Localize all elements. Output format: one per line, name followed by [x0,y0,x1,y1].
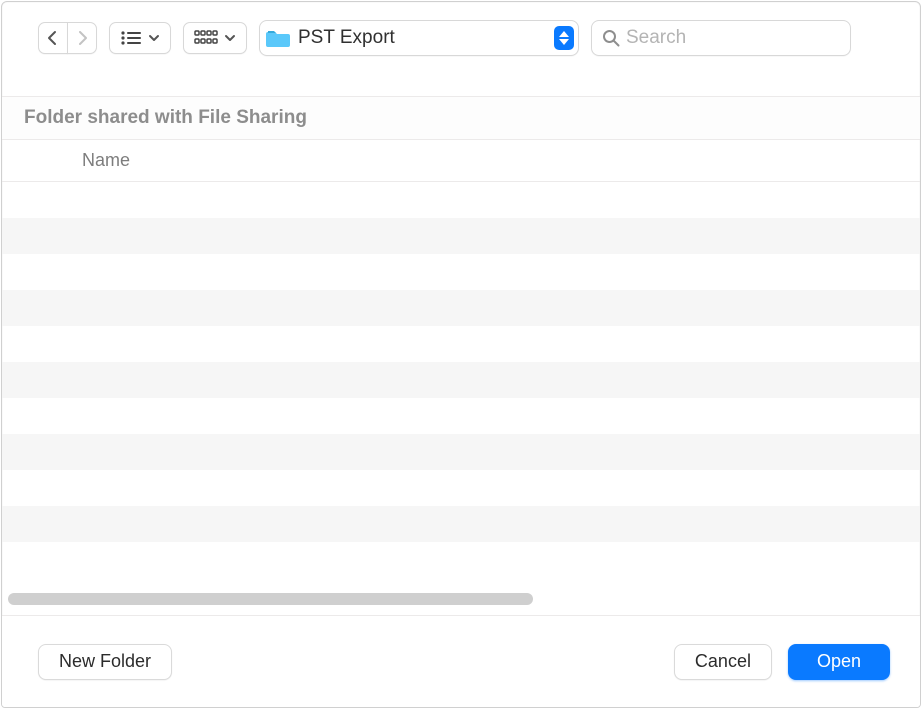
caret-up-icon [559,31,569,37]
search-icon [602,29,620,47]
folder-icon [266,28,290,48]
list-row[interactable] [2,542,920,578]
column-header-name[interactable]: Name [82,150,130,170]
location-popup[interactable]: PST Export [259,20,579,56]
list-row[interactable] [2,182,920,218]
back-button[interactable] [38,22,68,54]
open-dialog: PST Export Folder shared with File Shari… [1,1,921,708]
scrollbar-thumb[interactable] [8,593,533,605]
chevron-left-icon [47,30,59,46]
search-field[interactable] [591,20,851,56]
view-mode-button[interactable] [109,22,171,54]
group-by-button[interactable] [183,22,247,54]
new-folder-label: New Folder [59,651,151,672]
sharing-info-label: Folder shared with File Sharing [24,107,307,128]
chevron-down-icon [224,33,236,43]
location-stepper[interactable] [554,26,574,50]
nav-back-forward [38,22,97,54]
list-row[interactable] [2,254,920,290]
chevron-right-icon [76,30,88,46]
list-row[interactable] [2,290,920,326]
cancel-button[interactable]: Cancel [674,644,772,680]
open-button[interactable]: Open [788,644,890,680]
chevron-down-icon [148,33,160,43]
cancel-label: Cancel [695,651,751,672]
list-row[interactable] [2,506,920,542]
list-row[interactable] [2,434,920,470]
toolbar: PST Export [2,2,920,74]
list-row[interactable] [2,470,920,506]
list-row[interactable] [2,362,920,398]
list-view-icon [120,30,142,46]
column-header-row: Name [2,140,920,182]
open-label: Open [817,651,861,672]
list-row[interactable] [2,326,920,362]
search-input[interactable] [626,27,840,49]
list-row[interactable] [2,218,920,254]
forward-button[interactable] [67,22,97,54]
sharing-info-banner: Folder shared with File Sharing [2,96,920,140]
dialog-footer: New Folder Cancel Open [2,615,920,707]
new-folder-button[interactable]: New Folder [38,644,172,680]
caret-down-icon [559,39,569,45]
group-icon [194,30,218,46]
file-list [2,182,920,578]
list-row[interactable] [2,398,920,434]
location-label: PST Export [298,27,548,49]
horizontal-scrollbar[interactable] [8,593,914,605]
